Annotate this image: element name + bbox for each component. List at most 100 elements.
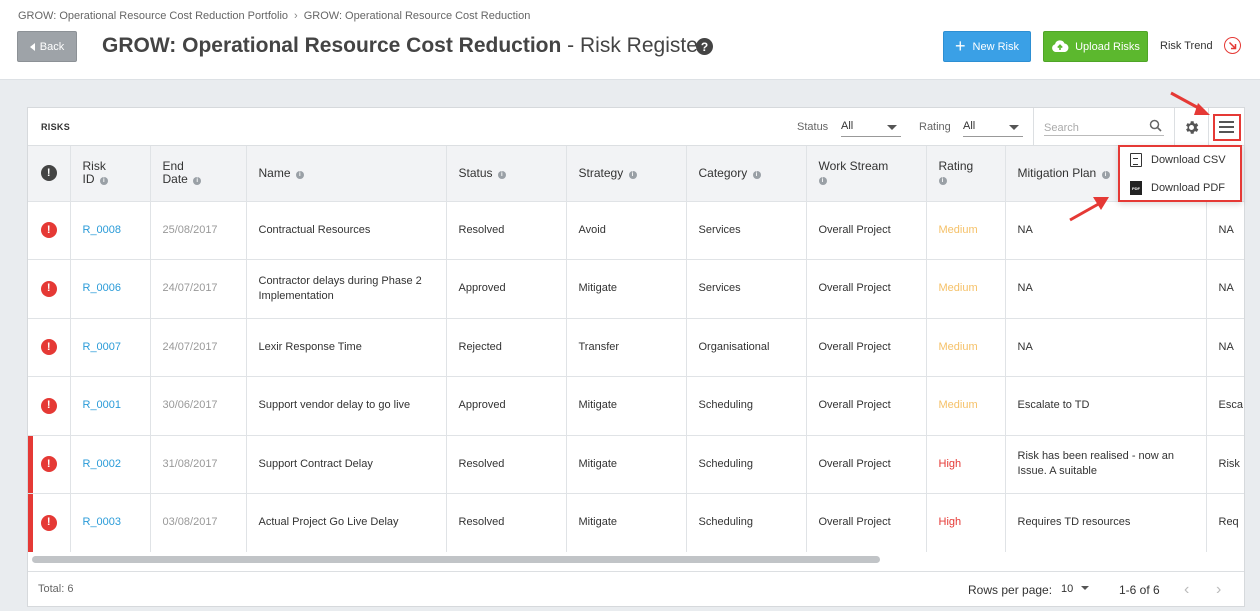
risks-table-container: ! Risk ID i End Date i Name i Status i Str… — [28, 146, 1244, 552]
chevron-down-icon — [887, 125, 897, 130]
download-pdf-menu-item[interactable]: PDF Download PDF — [1130, 178, 1225, 198]
help-icon[interactable]: ? — [696, 38, 713, 55]
status-filter-select[interactable]: All — [841, 117, 901, 137]
info-icon: i — [628, 170, 637, 179]
trend-down-arrow-icon[interactable] — [1224, 37, 1241, 54]
table-footer: Total: 6 Rows per page: 10 1-6 of 6 ‹ › — [28, 571, 1244, 607]
name-cell: Actual Project Go Live Delay — [246, 493, 447, 552]
risks-toolbar: RISKS Status All Rating All — [28, 108, 1244, 146]
header-risk-id[interactable]: Risk ID i — [70, 146, 151, 202]
risk-id-cell: R_0007 — [70, 318, 151, 377]
cloud-upload-icon — [1052, 40, 1069, 52]
category-cell: Services — [686, 259, 807, 319]
breadcrumb-item-project[interactable]: GROW: Operational Resource Cost Reductio… — [304, 10, 531, 22]
category-cell: Services — [686, 201, 807, 260]
header-category[interactable]: Category i — [686, 146, 807, 202]
risk-id-cell: R_0008 — [70, 201, 151, 260]
strategy-cell: Mitigate — [566, 435, 687, 494]
info-icon: i — [193, 177, 202, 186]
header-status[interactable]: Status i — [446, 146, 567, 202]
strategy-cell: Mitigate — [566, 493, 687, 552]
chevron-left-icon[interactable]: ‹ — [1184, 581, 1189, 599]
table-row[interactable]: ! R_0006 24/07/2017 Contractor delays durin… — [28, 259, 1244, 319]
extra-cell: NA — [1206, 318, 1244, 377]
risk-id-link[interactable]: R_0008 — [83, 224, 122, 236]
extra-cell: Esca — [1206, 376, 1244, 436]
end-date-cell: 30/06/2017 — [150, 376, 247, 436]
plus-icon: + — [955, 35, 966, 56]
rows-per-page-select[interactable]: 10 — [1061, 583, 1090, 595]
alert-icon: ! — [40, 165, 57, 182]
table-header-row: ! Risk ID i End Date i Name i Status i Str… — [28, 146, 1244, 202]
search-container — [1033, 108, 1173, 146]
status-cell: Resolved — [446, 435, 567, 494]
risks-card: RISKS Status All Rating All Search ! Ris… — [27, 107, 1245, 607]
status-cell: Approved — [446, 376, 567, 436]
status-cell: Resolved — [446, 201, 567, 260]
rating-cell: High — [926, 435, 1006, 494]
rating-filter-select[interactable]: All — [963, 117, 1023, 137]
risk-id-link[interactable]: R_0007 — [83, 341, 122, 353]
table-row[interactable]: ! R_0001 30/06/2017 Support vendor delay to… — [28, 376, 1244, 436]
export-dropdown-menu: Download CSV PDF Download PDF — [1118, 145, 1242, 202]
rating-cell: Medium — [926, 259, 1006, 319]
back-button[interactable]: Back — [17, 31, 77, 62]
upload-risks-button[interactable]: Upload Risks — [1043, 31, 1148, 62]
risk-id-link[interactable]: R_0003 — [83, 516, 122, 528]
alert-icon: ! — [40, 222, 57, 239]
header-rating[interactable]: Rating i — [926, 146, 1006, 202]
search-field — [1044, 118, 1164, 136]
mitigation-plan-cell: NA — [1005, 259, 1207, 319]
annotation-arrow-icon — [1069, 197, 1109, 222]
header-name[interactable]: Name i — [246, 146, 447, 202]
row-alert-cell: ! — [28, 318, 71, 377]
strategy-cell: Mitigate — [566, 259, 687, 319]
alert-icon: ! — [40, 339, 57, 356]
gear-icon — [1186, 120, 1199, 134]
risk-id-link[interactable]: R_0002 — [83, 458, 122, 470]
download-csv-menu-item[interactable]: Download CSV — [1130, 150, 1226, 170]
risks-table: ! Risk ID i End Date i Name i Status i Str… — [28, 146, 1244, 552]
status-cell: Rejected — [446, 318, 567, 377]
info-icon: i — [938, 177, 947, 186]
row-alert-cell: ! — [28, 376, 71, 436]
back-arrow-icon — [29, 42, 35, 51]
rows-per-page-label: Rows per page: — [968, 583, 1053, 597]
name-cell: Support vendor delay to go live — [246, 376, 447, 436]
rating-filter-label: Rating — [919, 121, 951, 133]
rating-cell: Medium — [926, 201, 1006, 260]
row-alert-cell: ! — [28, 201, 71, 260]
back-button-label: Back — [39, 40, 65, 53]
header-alert-column: ! — [28, 146, 71, 202]
table-row[interactable]: ! R_0002 31/08/2017 Support Contract Delay R… — [28, 435, 1244, 494]
risk-id-cell: R_0006 — [70, 259, 151, 319]
table-row[interactable]: ! R_0008 25/08/2017 Contractual Resources Re… — [28, 201, 1244, 260]
pagination-range: 1-6 of 6 — [1119, 583, 1160, 597]
mitigation-plan-cell: Requires TD resources — [1005, 493, 1207, 552]
alert-icon: ! — [40, 397, 57, 414]
risk-trend-link[interactable]: Risk Trend — [1160, 40, 1213, 52]
breadcrumb-item-portfolio[interactable]: GROW: Operational Resource Cost Reductio… — [18, 10, 288, 22]
risk-id-cell: R_0001 — [70, 376, 151, 436]
chevron-right-icon[interactable]: › — [1216, 581, 1221, 599]
row-alert-cell: ! — [28, 493, 71, 552]
strategy-cell: Mitigate — [566, 376, 687, 436]
end-date-cell: 25/08/2017 — [150, 201, 247, 260]
info-icon: i — [752, 170, 761, 179]
mitigation-plan-cell: Risk has been realised - now an Issue. A… — [1005, 435, 1207, 494]
new-risk-label: New Risk — [972, 40, 1019, 53]
header-end-date[interactable]: End Date i — [150, 146, 247, 202]
page-title-suffix: - Risk Register — [561, 34, 705, 57]
end-date-cell: 24/07/2017 — [150, 259, 247, 319]
rating-filter-value: All — [963, 120, 976, 132]
horizontal-scrollbar[interactable] — [32, 556, 880, 563]
new-risk-button[interactable]: + New Risk — [943, 31, 1031, 62]
header-work-stream[interactable]: Work Stream i — [806, 146, 927, 202]
table-row[interactable]: ! R_0007 24/07/2017 Lexir Response Time Reje… — [28, 318, 1244, 377]
risk-id-link[interactable]: R_0001 — [83, 399, 122, 411]
risk-id-link[interactable]: R_0006 — [83, 282, 122, 294]
search-icon[interactable] — [1149, 119, 1162, 132]
table-row[interactable]: ! R_0003 03/08/2017 Actual Project Go Live … — [28, 493, 1244, 552]
search-input[interactable] — [1044, 122, 1140, 134]
header-strategy[interactable]: Strategy i — [566, 146, 687, 202]
